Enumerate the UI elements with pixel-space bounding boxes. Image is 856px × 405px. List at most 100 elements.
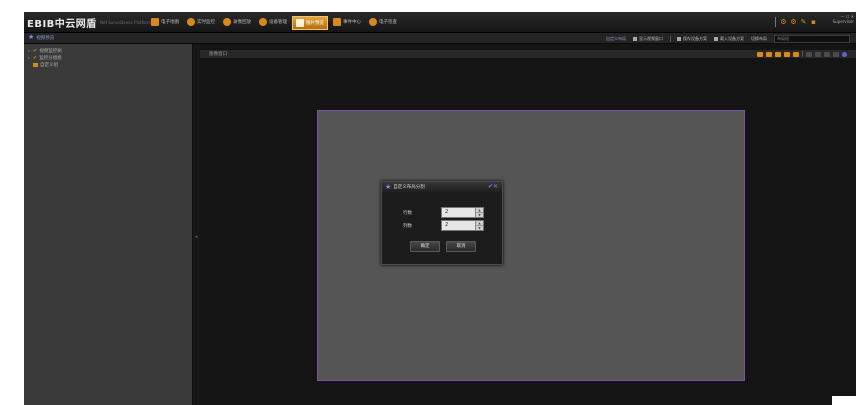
lock-icon[interactable]: ▪ xyxy=(810,18,817,26)
save-scheme-button[interactable]: 保存设备方案 xyxy=(677,36,707,42)
page-corner xyxy=(832,396,856,405)
app-logo-subtitle: Net Surveillance Platform xyxy=(100,20,151,25)
dialog-header: ★ 自定义布局分割 ✔✕ xyxy=(382,182,502,192)
rows-label: 行数 xyxy=(403,210,412,216)
app-logo: EBIB中云网盾 xyxy=(27,19,97,30)
panel-splitter-arrow[interactable]: ◂ xyxy=(195,234,198,240)
show-video-window-button[interactable]: 显示视频窗口 xyxy=(633,36,663,42)
split-layout-dialog: ★ 自定义布局分割 ✔✕ 行数 2 ▲ ▼ 列数 2 ▲ ▼ 确定 取消 xyxy=(381,181,503,265)
columns-value[interactable]: 2 xyxy=(445,222,448,228)
ok-button[interactable]: 确定 xyxy=(410,241,440,252)
settings-icon[interactable]: ⚙ xyxy=(780,18,787,26)
menu-item-live-view[interactable]: 实时监控 xyxy=(184,16,218,28)
star-icon: ★ xyxy=(28,33,35,41)
camera-icon xyxy=(187,18,195,26)
checkmark-icon[interactable]: ✔ xyxy=(33,55,37,61)
tool-label: 载入设备方案 xyxy=(720,36,744,41)
menu-item-label: 设备管理 xyxy=(269,20,287,25)
menu-item-playback[interactable]: 录像回放 xyxy=(220,16,254,28)
layout-group-select[interactable]: 布局组 xyxy=(774,35,850,43)
menu-item-label: 图片预览 xyxy=(306,21,324,26)
menu-item-label: 电子巡查 xyxy=(379,20,397,25)
layout-3x3-icon[interactable] xyxy=(775,51,781,57)
window-icon xyxy=(633,37,637,41)
device-tree-panel: ▸ ✔ 视频监控树 ▸ ✔ 监控分组组 自定义组 xyxy=(24,44,193,405)
tool-label: 保存设备方案 xyxy=(683,36,707,41)
save-icon xyxy=(677,37,681,41)
gear-icon[interactable]: ⚙ xyxy=(790,18,797,26)
layout-2x2-icon[interactable] xyxy=(766,51,772,57)
playback-icon xyxy=(223,18,231,26)
columns-spinbox[interactable]: 2 ▲ ▼ xyxy=(441,220,484,231)
switch-layout-button[interactable]: 切换布局 xyxy=(751,36,767,42)
divider xyxy=(670,36,671,42)
preview-header: 图像窗口 xyxy=(200,50,856,58)
picture-icon xyxy=(296,19,304,27)
menu-item-label: 录像回放 xyxy=(233,20,251,25)
spin-down-icon[interactable]: ▼ xyxy=(476,226,483,230)
rows-spinbox[interactable]: 2 ▲ ▼ xyxy=(441,207,484,218)
divider xyxy=(775,17,776,27)
menu-item-event-center[interactable]: 事件中心 xyxy=(330,16,364,28)
columns-field: 列数 2 ▲ ▼ xyxy=(403,220,484,231)
tool-label: 显示视频窗口 xyxy=(639,36,663,41)
view-tools: 自定义布局 显示视频窗口 保存设备方案 载入设备方案 切换布局 布局组 xyxy=(606,35,850,43)
cancel-button[interactable]: 取消 xyxy=(446,241,476,252)
tree-item-custom-group[interactable]: 自定义组 xyxy=(28,61,188,68)
folder-icon xyxy=(33,62,38,67)
snapshot-icon[interactable] xyxy=(815,51,821,57)
main-menu: 电子地图 实时监控 录像回放 设备管理 图片预览 事件中心 电子巡查 xyxy=(148,16,402,30)
menu-item-picture-preview[interactable]: 图片预览 xyxy=(292,16,328,30)
view-toolbar: ★ 视频预览 自定义布局 显示视频窗口 保存设备方案 载入设备方案 切换布局 布… xyxy=(24,33,856,44)
tree-item-monitor-group[interactable]: ▸ ✔ 监控分组组 xyxy=(28,54,188,61)
menu-item-label: 电子地图 xyxy=(161,20,179,25)
title-bar: EBIB中云网盾 Net Surveillance Platform 电子地图 … xyxy=(24,12,856,33)
title-tools: ⚙ ⚙ ✎ ▪ xyxy=(775,17,820,27)
star-icon: ★ xyxy=(385,182,392,191)
preview-title: 图像窗口 xyxy=(209,52,227,57)
columns-spin-buttons: ▲ ▼ xyxy=(475,221,483,230)
dialog-title: 自定义布局分割 xyxy=(393,185,425,190)
tree-item-label: 视频监控树 xyxy=(39,48,62,54)
event-icon xyxy=(333,18,341,26)
load-scheme-button[interactable]: 载入设备方案 xyxy=(714,36,744,42)
menu-item-label: 实时监控 xyxy=(197,20,215,25)
zoom-icon[interactable] xyxy=(833,51,839,57)
checkmark-icon[interactable]: ✔ xyxy=(33,48,37,54)
preview-tools xyxy=(757,51,850,57)
rows-field: 行数 2 ▲ ▼ xyxy=(403,207,484,218)
load-icon xyxy=(714,37,718,41)
patrol-icon xyxy=(369,18,377,26)
video-canvas[interactable]: ★ 自定义布局分割 ✔✕ 行数 2 ▲ ▼ 列数 2 ▲ ▼ 确定 取消 xyxy=(317,110,745,381)
rows-spin-buttons: ▲ ▼ xyxy=(475,208,483,217)
device-tree: ▸ ✔ 视频监控树 ▸ ✔ 监控分组组 自定义组 xyxy=(24,44,192,71)
custom-layout-link[interactable]: 自定义布局 xyxy=(606,36,626,42)
divider xyxy=(802,51,803,57)
app-window: EBIB中云网盾 Net Surveillance Platform 电子地图 … xyxy=(24,12,856,405)
layout-custom-icon[interactable] xyxy=(793,51,799,57)
window-controls[interactable]: — ☐ ✕ Supervisor xyxy=(833,14,854,24)
layout-1x1-icon[interactable] xyxy=(757,51,763,57)
columns-label: 列数 xyxy=(403,223,412,229)
tree-item-label: 自定义组 xyxy=(40,62,58,68)
menu-item-patrol[interactable]: 电子巡查 xyxy=(366,16,400,28)
info-icon[interactable] xyxy=(842,51,847,57)
menu-item-label: 事件中心 xyxy=(343,20,361,25)
rows-value[interactable]: 2 xyxy=(445,209,448,215)
current-user: Supervisor xyxy=(832,19,854,24)
menu-item-device-management[interactable]: 设备管理 xyxy=(256,16,290,28)
tree-item-label: 监控分组组 xyxy=(39,55,62,61)
wrench-icon[interactable]: ✎ xyxy=(800,18,807,26)
menu-item-electronic-map[interactable]: 电子地图 xyxy=(148,16,182,28)
layout-4x4-icon[interactable] xyxy=(784,51,790,57)
fullscreen-icon[interactable] xyxy=(806,51,812,57)
record-icon[interactable] xyxy=(824,51,830,57)
device-icon xyxy=(259,18,267,26)
view-title: ★ 视频预览 xyxy=(28,34,54,41)
close-icon[interactable]: ✔✕ xyxy=(488,183,498,190)
view-title-label: 视频预览 xyxy=(36,35,55,41)
preview-area: 图像窗口 ★ 自定义布局分割 ✔✕ 行数 2 ▲ ▼ 列数 2 ▲ ▼ 确定 取… xyxy=(200,44,856,405)
map-icon xyxy=(151,18,159,26)
spin-down-icon[interactable]: ▼ xyxy=(476,213,483,217)
tree-item-video-tree[interactable]: ▸ ✔ 视频监控树 xyxy=(28,47,188,54)
